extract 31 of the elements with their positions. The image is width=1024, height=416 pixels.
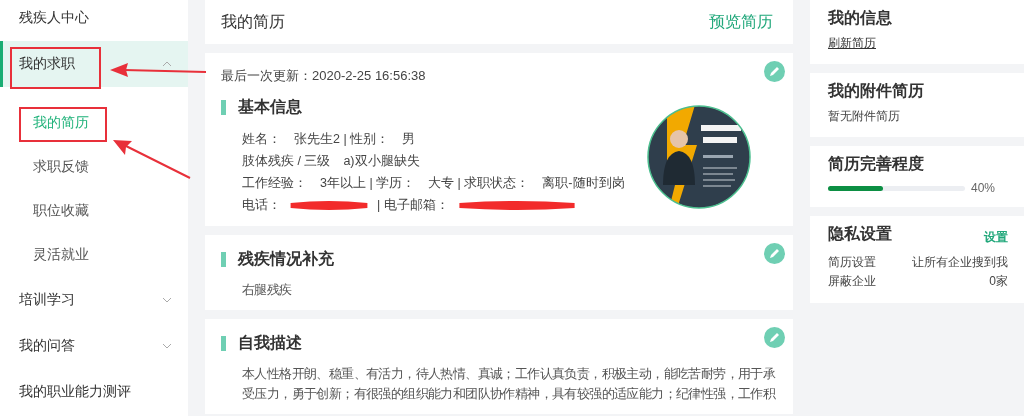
info-text: 姓名： 张先生2 | 性别： 男 (242, 130, 416, 148)
info-label: 电话： (242, 196, 281, 214)
description-text: 本人性格开朗、稳重、有活力，待人热情、真诚；工作认真负责，积极主动，能吃苦耐劳，用于承受压力，勇于创新；有很强的组织能力和团队协作精神，具有较强的适应能力；纪律性强，工作积 (241, 366, 777, 403)
card-title: 隐私设置 (828, 224, 892, 244)
card-title: 简历完善程度 (828, 154, 925, 174)
progress-reading: 40% (971, 181, 996, 195)
section-title: 基本信息 (238, 97, 302, 117)
empty-text: 暂无附件简历 (828, 109, 900, 123)
info-text: 工作经验： 3年以上 | 学历： 大专 | 求职状态： 离职-随时到岗 (242, 174, 625, 192)
sidebar-item[interactable]: 我的求职 (0, 41, 188, 87)
refresh-link[interactable]: 刷新简历 (828, 36, 876, 50)
disability-text: 右腿残疾 (241, 282, 293, 299)
setting-value: 0家 (989, 273, 1008, 290)
setting-label: 屏蔽企业 (828, 273, 876, 290)
card-title: 我的信息 (828, 8, 893, 28)
sidebar-subitem[interactable]: 求职反馈 (0, 145, 188, 189)
sidebar-item[interactable]: 我的职业能力测评 (0, 369, 188, 415)
sidebar-item[interactable]: 残疾人中心 (0, 0, 188, 41)
card-title: 我的附件简历 (828, 81, 925, 101)
sidebar-item[interactable]: 我的问答 (0, 323, 188, 369)
setting-label: 简历设置 (828, 254, 876, 271)
info-label: | 电子邮箱： (377, 196, 449, 214)
setting-value: 让所有企业搜到我 (912, 254, 1008, 271)
sidebar-subitem[interactable]: 灵活就业 (0, 233, 188, 277)
update-time: 最后一次更新：2020-2-25 16:56:38 (221, 67, 427, 85)
sidebar-item[interactable]: 培训学习 (0, 277, 188, 323)
sidebar-subitem[interactable]: 职位收藏 (0, 189, 188, 233)
section-title: 自我描述 (238, 333, 302, 353)
info-text: 肢体残疾 / 三级 a)双小腿缺失 (242, 152, 420, 170)
page-title: 我的简历 (221, 11, 285, 32)
section-title: 残疾情况补充 (238, 249, 334, 269)
